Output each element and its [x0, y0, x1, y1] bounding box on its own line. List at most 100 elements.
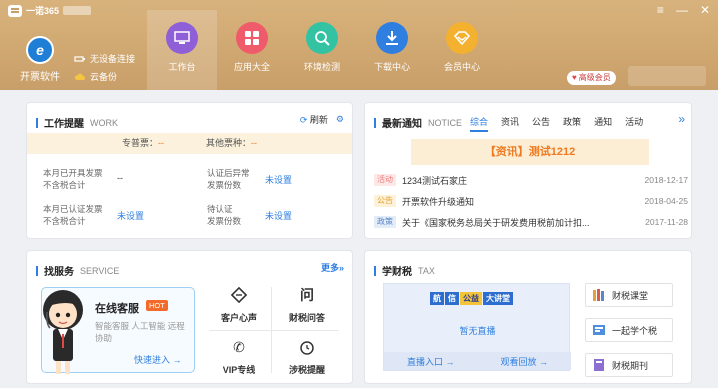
live-entry-link[interactable]: 直播入口 → [407, 355, 455, 368]
cloud-backup[interactable]: 云备份 [74, 68, 135, 86]
learn-income-tax-button[interactable]: 一起学个税 [585, 318, 673, 342]
lecture-logo-part: 航 [430, 292, 444, 305]
pending-invoice-label: 待认证 发票份数 [207, 203, 241, 227]
notice-text: 开票软件升级通知 [402, 196, 475, 207]
certified-invoice-label-line1: 本月已认证发票 [43, 204, 103, 214]
tax-journal-button[interactable]: 财税期刊 [585, 353, 673, 377]
search-check-icon [306, 22, 338, 54]
service-customer-feedback[interactable]: 客户心声 [207, 285, 271, 324]
books-icon [592, 288, 606, 302]
close-icon[interactable]: ✕ [700, 4, 710, 16]
arrow-right-icon: → [172, 355, 182, 365]
pending-invoice-label-line1: 待认证 [207, 204, 233, 214]
learn-title-en: TAX [418, 265, 435, 276]
service-item-label: 财税问答 [288, 313, 325, 323]
notice-item[interactable]: 活动 1234测试石家庄 2018-12-17 [374, 173, 688, 187]
work-title: 工作提醒 WORK [36, 115, 118, 130]
quick-enter-label: 快速进入 [134, 355, 171, 365]
service-tax-reminder[interactable]: 涉税提醒 [275, 337, 339, 376]
tax-journal-label: 财税期刊 [612, 360, 649, 371]
notice-text: 关于《国家税务总局关于研发费用税前加计扣... [402, 217, 590, 228]
vip-label: 高级会员 [578, 73, 611, 82]
app-logo: 一诺365 [8, 4, 92, 17]
notice-banner[interactable]: 【资讯】测试1212 [411, 139, 649, 165]
arrow-right-icon: → [445, 356, 455, 367]
settings-gear-icon[interactable]: ⚙ [336, 114, 344, 125]
service-title: 找服务 SERVICE [36, 263, 119, 278]
other-invoice-label: 其他票种： [206, 138, 252, 148]
tab-activity[interactable]: 活动 [625, 115, 643, 132]
nav-download[interactable]: 下载中心 [357, 10, 427, 90]
invoice-type-band: 专普票：-- 其他票种： -- [27, 133, 352, 154]
service-card: 找服务 SERVICE 更多» 在线客服 HOT 智能客服 人工智能 远程协助 … [26, 250, 353, 384]
online-support-panel[interactable]: 在线客服 HOT 智能客服 人工智能 远程协助 快速进入 → [41, 287, 195, 374]
service-tax-qa[interactable]: 问 财税问答 [275, 285, 339, 324]
live-video-panel[interactable]: 航 信 公益 大讲堂 暂无直播 直播入口 → 观看回放 → [383, 283, 571, 371]
divider [209, 330, 339, 331]
device-status[interactable]: 无设备连接 [74, 50, 135, 68]
notice-item[interactable]: 公告 开票软件升级通知 2018-04-25 [374, 194, 688, 208]
tab-announcement[interactable]: 公告 [532, 115, 550, 132]
service-more-link[interactable]: 更多» [321, 261, 344, 274]
issued-invoice-label-line2: 不含税合计 [43, 180, 86, 190]
tab-policy[interactable]: 政策 [563, 115, 581, 132]
work-title-text: 工作提醒 [44, 119, 84, 130]
abnormal-invoice-label: 认证后异常 发票份数 [207, 167, 250, 191]
issued-invoice-label: 本月已开具发票 不含税合计 [43, 167, 103, 191]
pending-invoice-value[interactable]: 未设置 [265, 209, 292, 222]
alarm-clock-icon [296, 337, 318, 357]
video-actions: 直播入口 → 观看回放 → [384, 352, 571, 370]
notice-date: 2018-04-25 [644, 196, 688, 206]
invoice-software-button[interactable]: e 开票软件 [20, 36, 60, 83]
notice-item[interactable]: 政策 关于《国家税务总局关于研发费用税前加计扣... 2017-11-28 [374, 215, 688, 229]
nav-apps[interactable]: 应用大全 [217, 10, 287, 90]
device-status-label: 无设备连接 [90, 54, 136, 64]
refresh-button[interactable]: ⟳ 刷新 [300, 113, 328, 126]
quick-enter-link[interactable]: 快速进入 → [134, 353, 182, 366]
title-accent-bar [374, 117, 376, 128]
abnormal-invoice-label-line2: 发票份数 [207, 180, 242, 190]
service-item-label: 客户心声 [220, 313, 257, 323]
menu-icon[interactable]: ≡ [657, 4, 664, 16]
notice-title-en: NOTICE [428, 117, 463, 128]
tax-class-button[interactable]: 财税课堂 [585, 283, 673, 307]
window-controls: ≡ — ✕ [657, 4, 710, 16]
notice-tag: 政策 [374, 216, 396, 228]
special-invoice-label: 专普票： [121, 138, 158, 148]
heart-icon: ♥ [572, 73, 577, 82]
replay-link[interactable]: 观看回放 → [500, 355, 548, 368]
notice-tag: 活动 [374, 174, 396, 186]
vip-badge[interactable]: ♥ 高级会员 [567, 71, 616, 85]
special-invoice: 专普票：-- [122, 133, 164, 154]
app-title: 一诺365 [26, 6, 60, 16]
title-accent-bar [374, 265, 376, 276]
work-reminder-card: 工作提醒 WORK ⟳ 刷新 ⚙ 专普票：-- 其他票种： -- 本月已开具发票不… [26, 102, 353, 239]
tab-all[interactable]: 综合 [470, 115, 489, 132]
abnormal-invoice-value[interactable]: 未设置 [265, 173, 292, 186]
service-item-label: VIP专线 [222, 365, 256, 375]
tab-notification[interactable]: 通知 [594, 115, 612, 132]
refresh-icon: ⟳ [299, 115, 308, 125]
double-chevron-right-icon[interactable]: » [678, 112, 685, 126]
certified-invoice-value[interactable]: 未设置 [117, 209, 144, 222]
nav-workbench[interactable]: 工作台 [147, 10, 217, 90]
notice-date: 2018-12-17 [644, 175, 688, 185]
minimize-icon[interactable]: — [676, 4, 688, 16]
blurred-account [63, 6, 92, 15]
nav-env-check-label: 环境检测 [303, 62, 340, 72]
nav-member[interactable]: 会员中心 [427, 10, 497, 90]
apps-grid-icon [236, 22, 268, 54]
notice-title-text: 最新通知 [382, 119, 422, 130]
service-item-label: 涉税提醒 [288, 365, 325, 375]
replay-label: 观看回放 [500, 356, 537, 367]
service-title-en: SERVICE [80, 265, 120, 276]
service-vip-line[interactable]: ✆ VIP专线 [207, 337, 271, 376]
nav-env-check[interactable]: 环境检测 [287, 10, 357, 90]
invoice-e-icon: e [26, 36, 54, 64]
notice-tabs: 综合 资讯 公告 政策 通知 活动 [470, 115, 643, 132]
title-accent-bar [36, 265, 38, 276]
special-invoice-value: -- [158, 138, 164, 148]
tab-news[interactable]: 资讯 [501, 115, 519, 132]
notice-tag: 公告 [374, 195, 396, 207]
nav-apps-label: 应用大全 [233, 62, 270, 72]
